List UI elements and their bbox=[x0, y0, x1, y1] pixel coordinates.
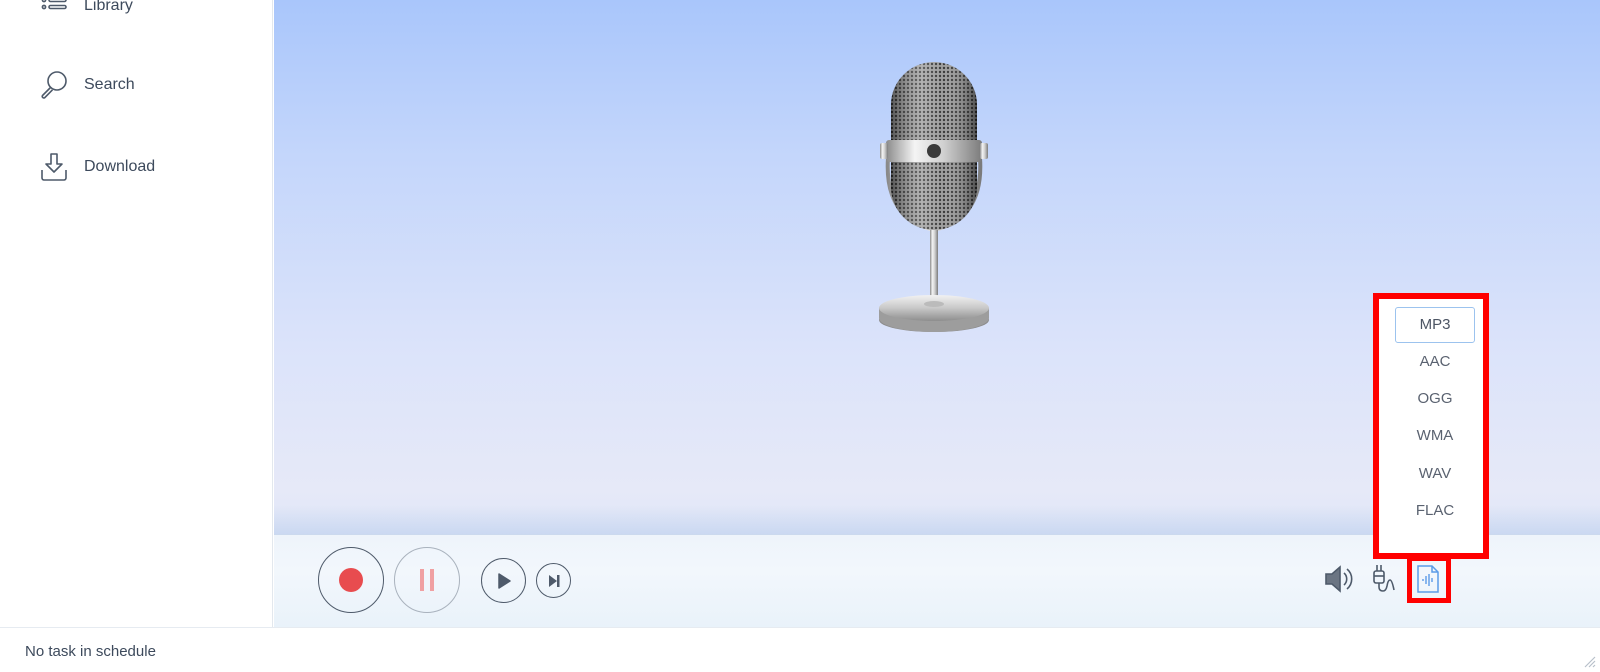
pause-icon bbox=[417, 569, 437, 591]
volume-button[interactable] bbox=[1322, 562, 1356, 596]
download-icon bbox=[38, 151, 70, 183]
resize-grip-icon[interactable] bbox=[1582, 654, 1596, 668]
audio-file-icon bbox=[1417, 565, 1439, 593]
sidebar: Library Search Download bbox=[0, 0, 273, 627]
format-option-mp3[interactable]: MP3 bbox=[1395, 307, 1475, 343]
app-window: Library Search Download MP3 AAC OGG WMA … bbox=[0, 0, 1600, 672]
skip-next-icon bbox=[548, 574, 559, 587]
play-button[interactable] bbox=[481, 558, 526, 603]
microphone-illustration bbox=[874, 58, 994, 348]
status-bar: No task in schedule bbox=[0, 627, 1600, 672]
skip-next-button[interactable] bbox=[536, 563, 571, 598]
speaker-icon bbox=[1325, 565, 1353, 593]
sidebar-item-search[interactable]: Search bbox=[38, 69, 135, 101]
library-list-icon bbox=[38, 0, 70, 22]
format-dropdown: MP3 AAC OGG WMA WAV FLAC bbox=[1373, 293, 1489, 559]
recorder-stage: MP3 AAC OGG WMA WAV FLAC bbox=[274, 0, 1600, 627]
record-icon bbox=[339, 568, 363, 592]
sidebar-item-label: Search bbox=[84, 76, 135, 93]
audio-input-button[interactable] bbox=[1367, 562, 1401, 596]
search-icon bbox=[38, 69, 70, 101]
format-option-wav[interactable]: WAV bbox=[1395, 456, 1475, 492]
output-format-button[interactable] bbox=[1411, 562, 1445, 596]
audio-cable-icon bbox=[1373, 565, 1395, 592]
format-option-aac[interactable]: AAC bbox=[1395, 344, 1475, 380]
sidebar-item-library[interactable]: Library bbox=[38, 0, 133, 22]
sidebar-item-label: Download bbox=[84, 158, 156, 175]
record-button[interactable] bbox=[318, 547, 384, 613]
play-icon bbox=[497, 572, 511, 589]
sidebar-item-label: Library bbox=[84, 0, 133, 14]
format-option-ogg[interactable]: OGG bbox=[1395, 381, 1475, 417]
schedule-status-text: No task in schedule bbox=[25, 643, 156, 660]
sidebar-item-download[interactable]: Download bbox=[38, 151, 155, 183]
pause-button[interactable] bbox=[394, 547, 460, 613]
format-option-wma[interactable]: WMA bbox=[1395, 418, 1475, 454]
format-option-flac[interactable]: FLAC bbox=[1395, 493, 1475, 529]
